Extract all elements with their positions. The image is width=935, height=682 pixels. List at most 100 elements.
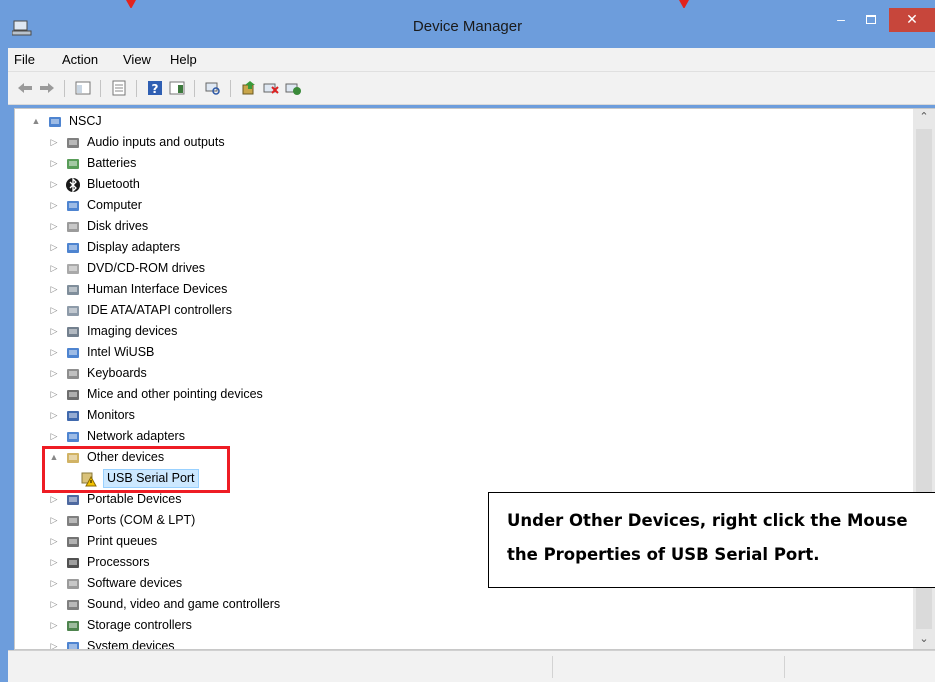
window-title: Device Manager bbox=[412, 18, 523, 35]
tree-item-label: Network adapters bbox=[87, 429, 185, 443]
tree-item[interactable]: ▷ Disk drives bbox=[15, 216, 905, 237]
expand-icon[interactable]: ▷ bbox=[49, 216, 59, 237]
tree-item[interactable]: ▷ Intel WiUSB bbox=[15, 342, 905, 363]
maximize-icon bbox=[866, 15, 876, 24]
tree-item[interactable]: ▷ Display adapters bbox=[15, 237, 905, 258]
tree-item[interactable]: ▷ Network adapters bbox=[15, 426, 905, 447]
expand-icon[interactable]: ▷ bbox=[49, 531, 59, 552]
menu-bar: File Action View Help bbox=[8, 48, 935, 72]
expand-icon[interactable]: ▷ bbox=[49, 552, 59, 573]
storage-icon bbox=[65, 618, 81, 634]
action-pane-icon[interactable] bbox=[168, 79, 186, 97]
tree-item[interactable]: ▷ Audio inputs and outputs bbox=[15, 132, 905, 153]
tree-item[interactable]: ▷ Bluetooth bbox=[15, 174, 905, 195]
collapse-icon[interactable]: ▲ bbox=[31, 111, 41, 132]
tree-item[interactable]: ▷ Monitors bbox=[15, 405, 905, 426]
tree-item-label: Software devices bbox=[87, 576, 183, 590]
tree-item-label: Processors bbox=[87, 555, 150, 569]
back-icon[interactable] bbox=[16, 79, 34, 97]
ide-controller-icon bbox=[65, 303, 81, 319]
tree-item[interactable]: ▲ NSCJ bbox=[15, 111, 905, 132]
help-icon[interactable]: ? bbox=[146, 79, 164, 97]
disk-drive-icon bbox=[65, 219, 81, 235]
mouse-icon bbox=[65, 387, 81, 403]
expand-icon[interactable]: ▷ bbox=[49, 321, 59, 342]
expand-icon[interactable]: ▷ bbox=[49, 300, 59, 321]
menu-action[interactable]: Action bbox=[62, 52, 98, 67]
menu-help[interactable]: Help bbox=[170, 52, 197, 67]
expand-icon[interactable]: ▷ bbox=[49, 153, 59, 174]
toolbar-separator bbox=[136, 80, 137, 97]
toolbar-separator bbox=[194, 80, 195, 97]
expand-icon[interactable]: ▷ bbox=[49, 174, 59, 195]
software-device-icon bbox=[65, 576, 81, 592]
expand-icon[interactable]: ▷ bbox=[49, 279, 59, 300]
tree-item[interactable]: ▷ Imaging devices bbox=[15, 321, 905, 342]
tree-item-label: Imaging devices bbox=[87, 324, 178, 338]
tree-item[interactable]: ▷ Mice and other pointing devices bbox=[15, 384, 905, 405]
tree-item[interactable]: ▷ Keyboards bbox=[15, 363, 905, 384]
expand-icon[interactable]: ▷ bbox=[49, 384, 59, 405]
processor-icon bbox=[65, 555, 81, 571]
tree-item[interactable]: ▷ System devices bbox=[15, 636, 905, 650]
tree-item-label: Audio inputs and outputs bbox=[87, 135, 225, 149]
tree-item[interactable]: ▷ DVD/CD-ROM drives bbox=[15, 258, 905, 279]
status-bar bbox=[8, 650, 935, 682]
camera-icon bbox=[65, 324, 81, 340]
expand-icon[interactable]: ▷ bbox=[49, 426, 59, 447]
enable-device-icon[interactable] bbox=[284, 79, 302, 97]
tree-item-label: System devices bbox=[87, 639, 175, 650]
tree-item-label: DVD/CD-ROM drives bbox=[87, 261, 206, 275]
battery-icon bbox=[65, 156, 81, 172]
menu-view[interactable]: View bbox=[123, 52, 151, 67]
expand-icon[interactable]: ▷ bbox=[49, 258, 59, 279]
tree-item-label: Disk drives bbox=[87, 219, 149, 233]
expand-icon[interactable]: ▷ bbox=[49, 132, 59, 153]
port-icon bbox=[65, 513, 81, 529]
tree-item-label: Batteries bbox=[87, 156, 137, 170]
title-bar[interactable]: Device Manager – ✕ bbox=[0, 8, 935, 48]
expand-icon[interactable]: ▷ bbox=[49, 594, 59, 615]
properties-icon[interactable] bbox=[110, 79, 128, 97]
expand-icon[interactable]: ▷ bbox=[49, 342, 59, 363]
tree-item[interactable]: ▷ Storage controllers bbox=[15, 615, 905, 636]
expand-icon[interactable]: ▷ bbox=[49, 195, 59, 216]
expand-icon[interactable]: ▷ bbox=[49, 573, 59, 594]
uninstall-icon[interactable] bbox=[262, 79, 280, 97]
close-button[interactable]: ✕ bbox=[889, 8, 935, 32]
device-manager-window: Device Manager – ✕ File Action View Help… bbox=[0, 0, 935, 682]
highlight-box bbox=[42, 446, 230, 493]
tree-item-label: Display adapters bbox=[87, 240, 181, 254]
tree-item[interactable]: ▷ IDE ATA/ATAPI controllers bbox=[15, 300, 905, 321]
expand-icon[interactable]: ▷ bbox=[49, 636, 59, 649]
minimize-button[interactable]: – bbox=[826, 8, 856, 32]
system-device-icon bbox=[65, 639, 81, 649]
callout-line-1: Under Other Devices, right click the Mou… bbox=[507, 511, 908, 530]
tree-item-label: Sound, video and game controllers bbox=[87, 597, 281, 611]
tree-item[interactable]: ▷ Batteries bbox=[15, 153, 905, 174]
printer-icon bbox=[65, 534, 81, 550]
tree-item-label: Storage controllers bbox=[87, 618, 192, 632]
tree-item-label: NSCJ bbox=[69, 114, 102, 128]
console-tree-icon[interactable] bbox=[74, 79, 92, 97]
update-driver-icon[interactable] bbox=[240, 79, 258, 97]
expand-icon[interactable]: ▷ bbox=[49, 363, 59, 384]
forward-icon[interactable] bbox=[38, 79, 56, 97]
expand-icon[interactable]: ▷ bbox=[49, 405, 59, 426]
tree-item[interactable]: ▷ Computer bbox=[15, 195, 905, 216]
keyboard-icon bbox=[65, 366, 81, 382]
scroll-up-icon[interactable]: ⌃ bbox=[913, 109, 935, 126]
menu-file[interactable]: File bbox=[14, 52, 35, 67]
tree-item[interactable]: ▷ Sound, video and game controllers bbox=[15, 594, 905, 615]
maximize-button[interactable] bbox=[856, 8, 886, 32]
scroll-down-icon[interactable]: ⌄ bbox=[913, 631, 935, 648]
status-pane bbox=[785, 656, 935, 678]
expand-icon[interactable]: ▷ bbox=[49, 615, 59, 636]
tree-item[interactable]: ▷ Human Interface Devices bbox=[15, 279, 905, 300]
scan-hardware-icon[interactable] bbox=[204, 79, 222, 97]
tree-item-label: Ports (COM & LPT) bbox=[87, 513, 196, 527]
expand-icon[interactable]: ▷ bbox=[49, 510, 59, 531]
instruction-callout: Under Other Devices, right click the Mou… bbox=[488, 492, 935, 588]
callout-line-2: the Properties of USB Serial Port. bbox=[507, 545, 820, 564]
expand-icon[interactable]: ▷ bbox=[49, 237, 59, 258]
